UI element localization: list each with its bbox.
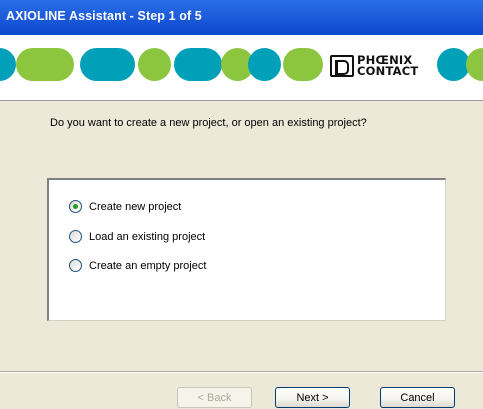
options-group: Create new project Load an existing proj…	[47, 178, 446, 321]
radio-label: Create an empty project	[89, 259, 207, 272]
banner-divider	[0, 100, 483, 101]
title-bar[interactable]: AXIOLINE Assistant - Step 1 of 5	[0, 0, 483, 35]
radio-label: Load an existing project	[89, 230, 206, 243]
question-text: Do you want to create a new project, or …	[50, 117, 367, 129]
radio-option-create-new[interactable]: Create new project	[69, 200, 181, 213]
footer-divider-highlight	[0, 372, 483, 373]
banner-shape	[80, 48, 135, 81]
radio-option-load-existing[interactable]: Load an existing project	[69, 230, 205, 243]
brand-line-2: CONTACT	[357, 63, 419, 78]
banner-shape	[16, 48, 74, 81]
back-button[interactable]: < Back	[177, 387, 252, 408]
radio-button[interactable]	[69, 259, 82, 272]
window-title: AXIOLINE Assistant - Step 1 of 5	[6, 9, 202, 23]
banner-shape	[248, 48, 281, 81]
radio-label: Create new project	[89, 200, 182, 213]
radio-button-checked[interactable]	[69, 200, 82, 213]
phoenix-contact-logo: PHŒNIX CONTACT	[330, 52, 435, 79]
next-button[interactable]: Next >	[275, 387, 350, 408]
cancel-button[interactable]: Cancel	[380, 387, 455, 408]
banner-shape	[466, 48, 483, 81]
brand-banner: PHŒNIX CONTACT	[0, 35, 483, 100]
banner-shape	[174, 48, 222, 81]
banner-shape	[138, 48, 171, 81]
radio-button[interactable]	[69, 230, 82, 243]
banner-shape	[283, 48, 323, 81]
phoenix-logo-icon	[330, 54, 354, 77]
radio-option-create-empty[interactable]: Create an empty project	[69, 259, 206, 272]
banner-shape	[0, 48, 16, 81]
